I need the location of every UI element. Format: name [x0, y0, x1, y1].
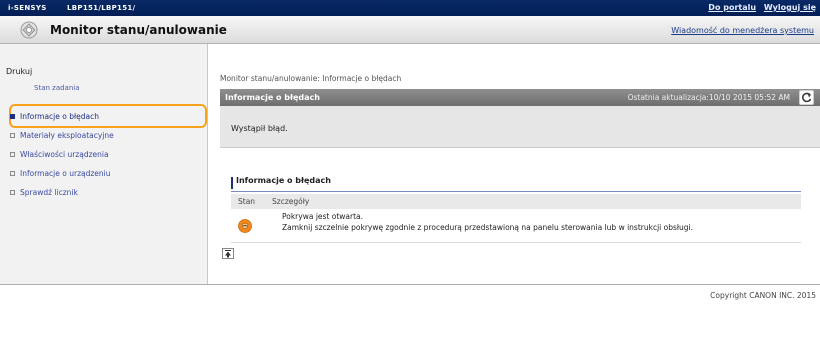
bullet-icon	[10, 152, 15, 157]
breadcrumb: Monitor stanu/anulowanie: Informacje o b…	[220, 74, 402, 83]
logout-link[interactable]: Wyloguj się	[764, 3, 816, 12]
footer-divider	[0, 284, 820, 285]
bullet-icon	[10, 171, 15, 176]
sidebar-item-label: Właściwości urządzenia	[20, 150, 109, 159]
last-updated-text: Ostatnia aktualizacja:10/10 2015 05:52 A…	[627, 93, 790, 102]
scroll-top-button[interactable]	[222, 248, 234, 259]
sidebar	[0, 44, 208, 284]
refresh-button[interactable]	[799, 90, 814, 105]
panel-title: Informacje o błędach	[225, 93, 320, 102]
column-header-details: Szczegóły	[272, 197, 310, 206]
title-bar: Monitor stanu/anulowanie Wiadomość do me…	[0, 16, 820, 44]
sidebar-item-label: Informacje o urządzeniu	[20, 169, 111, 178]
warning-icon	[238, 219, 252, 233]
section-divider	[231, 191, 801, 192]
top-links: Do portalu Wyloguj się	[703, 3, 816, 12]
message-to-manager-link[interactable]: Wiadomość do menedżera systemu	[671, 26, 814, 35]
page-title: Monitor stanu/anulowanie	[50, 23, 227, 37]
model-label: LBP151/LBP151/	[67, 4, 136, 12]
sidebar-item-label: Sprawdź licznik	[20, 188, 78, 197]
bullet-icon	[10, 190, 15, 195]
sidebar-heading-print[interactable]: Drukuj	[6, 67, 32, 76]
bullet-icon	[10, 133, 15, 138]
arrow-up-icon	[225, 250, 231, 258]
sidebar-item-device-properties[interactable]: Właściwości urządzenia	[10, 150, 109, 159]
detail-line-2: Zamknij szczelnie pokrywę zgodnie z proc…	[282, 223, 694, 232]
sidebar-item-label: Informacje o błędach	[20, 112, 99, 121]
sidebar-item-label: Materiały eksploatacyjne	[20, 131, 114, 140]
bullet-icon	[10, 114, 15, 119]
sidebar-item-consumables[interactable]: Materiały eksploatacyjne	[10, 131, 114, 140]
brand-label: i-SENSYS	[8, 4, 47, 12]
section-marker	[231, 177, 233, 189]
error-message: Wystąpił błąd.	[231, 124, 288, 133]
table-row: Pokrywa jest otwarta. Zamknij szczelnie …	[231, 210, 801, 243]
column-header-status: Stan	[238, 197, 256, 206]
status-monitor-icon	[20, 21, 38, 39]
sidebar-item-job-status[interactable]: Stan zadania	[34, 84, 80, 92]
sidebar-item-error-info[interactable]: Informacje o błędach	[10, 112, 99, 121]
copyright-text: Copyright CANON INC. 2015	[710, 291, 816, 300]
top-bar: i-SENSYS LBP151/LBP151/ Do portalu Wylog…	[0, 0, 820, 16]
refresh-icon	[802, 92, 812, 103]
detail-line-1: Pokrywa jest otwarta.	[282, 212, 364, 221]
portal-link[interactable]: Do portalu	[708, 3, 756, 12]
section-title: Informacje o błędach	[236, 176, 331, 185]
sidebar-item-check-counter[interactable]: Sprawdź licznik	[10, 188, 78, 197]
sidebar-item-device-info[interactable]: Informacje o urządzeniu	[10, 169, 111, 178]
error-panel-header: Informacje o błędach Ostatnia aktualizac…	[220, 89, 820, 106]
error-panel-body: Wystąpił błąd.	[220, 106, 820, 148]
table-header: Stan Szczegóły	[231, 194, 801, 209]
